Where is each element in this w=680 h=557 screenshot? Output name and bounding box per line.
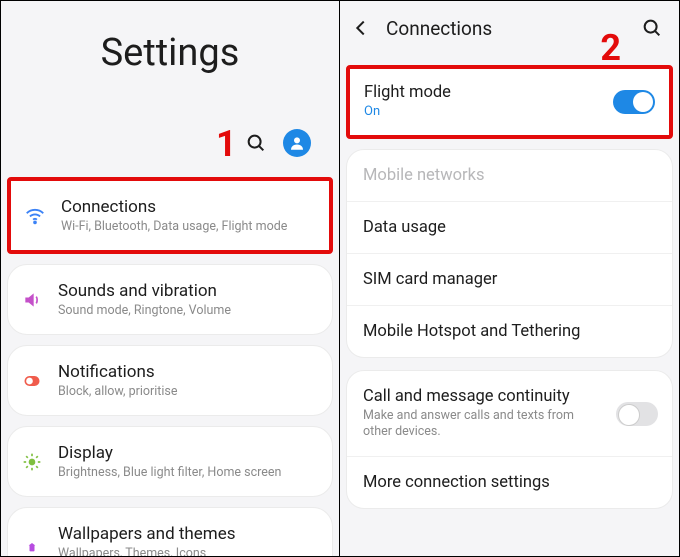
search-icon[interactable] xyxy=(245,132,267,154)
connections-group-2: Call and message continuity Make and ans… xyxy=(346,370,673,510)
connections-item-mobile-networks[interactable]: Mobile networks xyxy=(347,150,672,201)
search-icon[interactable] xyxy=(641,17,663,39)
settings-item-wallpapers[interactable]: Wallpapers and themes Wallpapers, Themes… xyxy=(7,507,333,556)
back-icon[interactable] xyxy=(350,17,372,39)
settings-item-display[interactable]: Display Brightness, Blue light filter, H… xyxy=(7,426,333,497)
sound-icon xyxy=(20,288,44,312)
annotation-2: 2 xyxy=(600,27,621,69)
item-subtitle: Wallpapers, Themes, Icons xyxy=(58,546,318,556)
connections-item-data-usage[interactable]: Data usage xyxy=(347,201,672,253)
item-title: Wallpapers and themes xyxy=(58,524,318,544)
item-title: Display xyxy=(58,443,318,463)
item-title: Sounds and vibration xyxy=(58,281,318,301)
settings-item-sounds[interactable]: Sounds and vibration Sound mode, Rington… xyxy=(7,264,333,335)
item-subtitle: Block, allow, prioritise xyxy=(58,384,318,399)
connections-group-1: Mobile networks Data usage SIM card mana… xyxy=(346,149,673,358)
notifications-icon xyxy=(20,369,44,393)
connections-item-more-settings[interactable]: More connection settings xyxy=(347,456,672,508)
item-subtitle: Sound mode, Ringtone, Volume xyxy=(58,303,318,318)
page-title: Settings xyxy=(1,31,339,75)
settings-item-notifications[interactable]: Notifications Block, allow, prioritise xyxy=(7,345,333,416)
item-subtitle: Wi-Fi, Bluetooth, Data usage, Flight mod… xyxy=(61,219,315,234)
call-continuity-toggle[interactable] xyxy=(616,402,658,426)
connections-item-flight-mode[interactable]: Flight mode On xyxy=(346,65,673,139)
wallpapers-icon xyxy=(20,531,44,555)
item-title: Data usage xyxy=(363,218,656,237)
item-status: On xyxy=(364,104,655,121)
settings-list: Connections Wi-Fi, Bluetooth, Data usage… xyxy=(7,177,333,556)
item-title: More connection settings xyxy=(363,473,656,492)
item-title: SIM card manager xyxy=(363,270,656,289)
wifi-icon xyxy=(23,204,47,228)
display-icon xyxy=(20,450,44,474)
connections-list: Flight mode On Mobile networks Data usag… xyxy=(340,55,679,515)
item-title: Flight mode xyxy=(364,83,655,102)
account-icon[interactable] xyxy=(283,129,311,157)
item-title: Call and message continuity xyxy=(363,387,656,406)
item-title: Notifications xyxy=(58,362,318,382)
item-subtitle: Make and answer calls and texts from oth… xyxy=(363,408,656,441)
connections-item-call-continuity[interactable]: Call and message continuity Make and ans… xyxy=(347,371,672,457)
settings-pane: Settings 1 Connections Wi-Fi, Bluetooth,… xyxy=(1,1,340,556)
connections-item-mobile-hotspot[interactable]: Mobile Hotspot and Tethering xyxy=(347,305,672,357)
item-title: Connections xyxy=(61,197,315,217)
settings-item-connections[interactable]: Connections Wi-Fi, Bluetooth, Data usage… xyxy=(7,177,333,254)
flight-mode-toggle[interactable] xyxy=(613,90,655,114)
item-title: Mobile networks xyxy=(363,166,656,185)
header-actions xyxy=(245,129,311,157)
annotation-1: 1 xyxy=(216,123,237,165)
connections-item-sim-card-manager[interactable]: SIM card manager xyxy=(347,253,672,305)
appbar-title: Connections xyxy=(386,17,627,40)
item-subtitle: Brightness, Blue light filter, Home scre… xyxy=(58,465,318,480)
connections-pane: Connections 2 Flight mode On Mobile netw… xyxy=(340,1,679,556)
appbar: Connections xyxy=(340,1,679,55)
item-title: Mobile Hotspot and Tethering xyxy=(363,322,656,341)
